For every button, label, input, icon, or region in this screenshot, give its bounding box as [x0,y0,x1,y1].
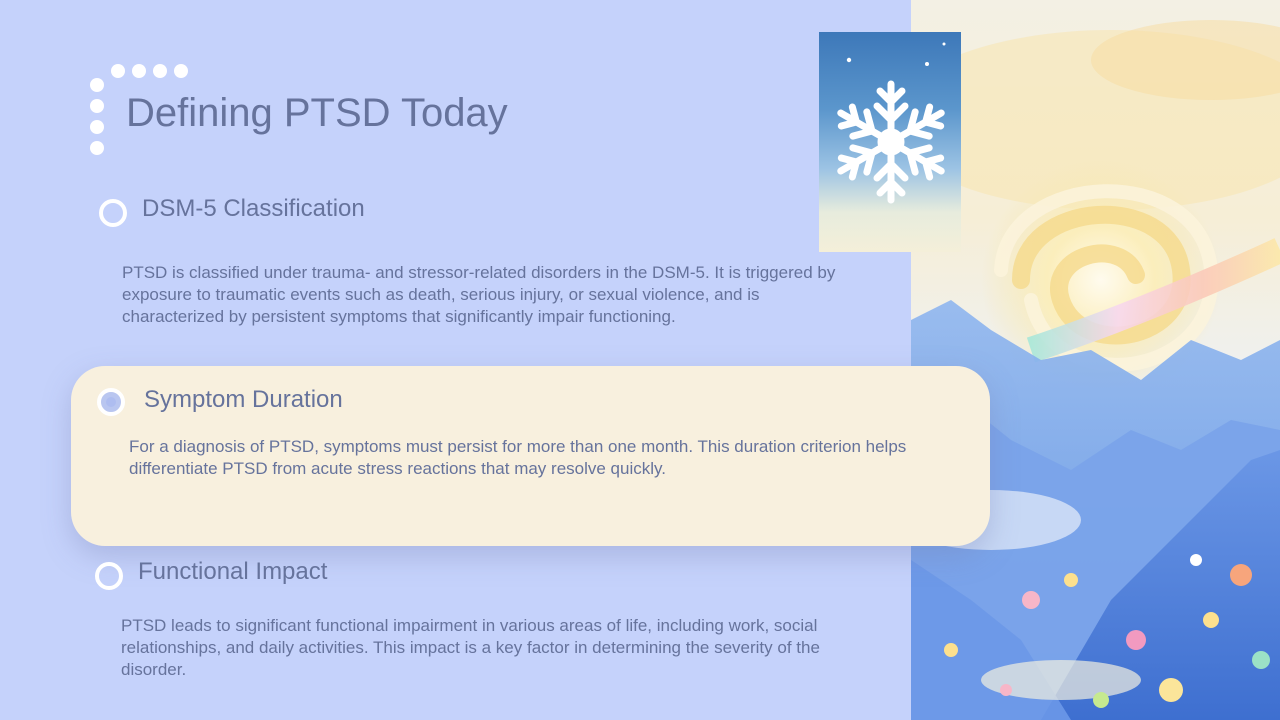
title-dots-horizontal [111,64,188,78]
section-title-dsm5: DSM-5 Classification [142,195,365,222]
decor-dot [90,120,104,134]
section-bullet-icon [95,562,123,590]
decor-dot [132,64,146,78]
decor-dot [153,64,167,78]
section-bullet-icon [99,199,127,227]
landscape-painting [911,0,1280,720]
section-title-impact: Functional Impact [138,558,328,585]
section-title-duration: Symptom Duration [144,386,343,413]
snowflake-image [819,32,961,252]
decor-dot [111,64,125,78]
section-bullet-active-icon [97,388,125,416]
section-body-dsm5: PTSD is classified under trauma- and str… [122,263,836,326]
decor-dot [90,99,104,113]
snowflake-icon [819,42,961,252]
title-dots-vertical [90,78,104,155]
section-body-impact: PTSD leads to significant functional imp… [121,616,820,679]
decor-dot [174,64,188,78]
section-body-duration: For a diagnosis of PTSD, symptoms must p… [129,437,907,478]
decor-dot [90,141,104,155]
slide-title: Defining PTSD Today [126,91,508,135]
decor-dot [90,78,104,92]
